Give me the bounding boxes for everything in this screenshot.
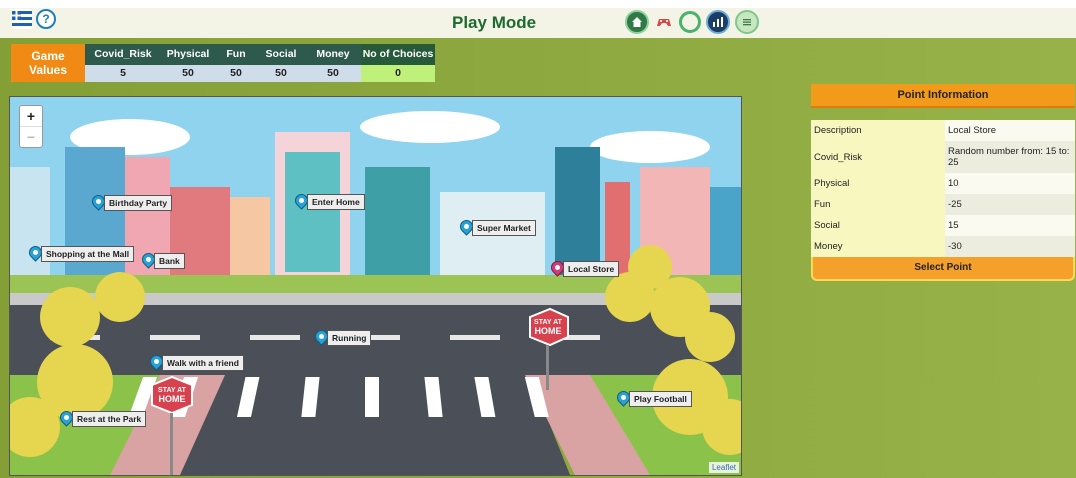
info-key: Money xyxy=(811,236,945,257)
marker-label: Shopping at the Mall xyxy=(41,246,135,262)
info-value: Random number from: 15 to: 25 xyxy=(945,141,1075,173)
home-icon[interactable] xyxy=(625,10,649,34)
info-key: Social xyxy=(811,215,945,236)
info-row-covid-risk: Covid_Risk Random number from: 15 to: 25 xyxy=(811,141,1075,173)
column-header-social: Social xyxy=(257,44,305,65)
top-bar: ? Play Mode xyxy=(0,0,1076,38)
game-icon[interactable] xyxy=(654,12,674,32)
select-point-button[interactable]: Select Point xyxy=(811,257,1075,281)
info-value: 15 xyxy=(945,215,1075,236)
info-row-physical: Physical 10 xyxy=(811,173,1075,194)
info-key: Covid_Risk xyxy=(811,141,945,173)
zoom-out-button[interactable]: − xyxy=(20,126,42,147)
city-map[interactable]: + − Birthday Party Enter Home Super Mark… xyxy=(9,96,742,476)
map-attribution-link[interactable]: Leaflet xyxy=(708,462,739,473)
column-header-physical: Physical xyxy=(161,44,215,65)
sign-text-line-2: HOME xyxy=(158,394,186,404)
point-info-table: Description Local Store Covid_Risk Rando… xyxy=(811,120,1075,257)
marker-label: Walk with a friend xyxy=(162,355,244,371)
marker-label: Enter Home xyxy=(307,194,365,210)
game-values-label: Game Values xyxy=(11,44,85,82)
value-money: 50 xyxy=(305,64,361,82)
page-title: Play Mode xyxy=(452,13,537,32)
marker-label: Rest at the Park xyxy=(72,411,147,427)
column-header-choices: No of Choices xyxy=(361,44,435,65)
zoom-in-button[interactable]: + xyxy=(20,106,42,126)
language-icon[interactable] xyxy=(12,9,32,29)
column-header-money: Money xyxy=(305,44,361,65)
info-row-money: Money -30 xyxy=(811,236,1075,257)
info-value: -25 xyxy=(945,194,1075,215)
refresh-icon[interactable] xyxy=(679,11,701,33)
sign-text-line-2: HOME xyxy=(534,326,562,336)
header-strip xyxy=(0,8,1076,38)
header-left-icons: ? xyxy=(12,9,56,29)
info-row-social: Social 15 xyxy=(811,215,1075,236)
zoom-control: + − xyxy=(19,105,43,148)
help-icon[interactable]: ? xyxy=(36,9,56,29)
value-covid-risk: 5 xyxy=(85,64,161,82)
list-icon[interactable] xyxy=(735,10,759,34)
info-value: 10 xyxy=(945,173,1075,194)
column-header-covid-risk: Covid_Risk xyxy=(85,44,161,65)
mode-toolbar xyxy=(625,10,759,34)
point-information-panel: Point Information Description Local Stor… xyxy=(811,84,1075,281)
info-row-description: Description Local Store xyxy=(811,120,1075,141)
value-fun: 50 xyxy=(215,64,257,82)
info-key: Fun xyxy=(811,194,945,215)
stay-at-home-sign: STAY AT HOME xyxy=(526,319,570,336)
value-physical: 50 xyxy=(161,64,215,82)
value-choices: 0 xyxy=(361,64,435,82)
info-key: Description xyxy=(811,120,945,141)
marker-label: Super Market xyxy=(472,220,536,236)
info-value: -30 xyxy=(945,236,1075,257)
marker-label: Running xyxy=(327,330,372,346)
marker-label: Local Store xyxy=(563,261,620,277)
marker-label: Birthday Party xyxy=(104,195,173,211)
stats-icon[interactable] xyxy=(706,10,730,34)
stay-at-home-sign: STAY AT HOME xyxy=(150,387,194,404)
marker-label: Bank xyxy=(154,253,185,269)
info-key: Physical xyxy=(811,173,945,194)
info-row-fun: Fun -25 xyxy=(811,194,1075,215)
column-header-fun: Fun xyxy=(215,44,257,65)
panel-title: Point Information xyxy=(811,84,1075,108)
main-area: Game Values Covid_Risk Physical Fun Soci… xyxy=(0,38,1076,478)
value-social: 50 xyxy=(257,64,305,82)
game-values-table: Game Values Covid_Risk Physical Fun Soci… xyxy=(11,44,435,82)
info-value: Local Store xyxy=(945,120,1075,141)
marker-label: Play Football xyxy=(629,391,692,407)
